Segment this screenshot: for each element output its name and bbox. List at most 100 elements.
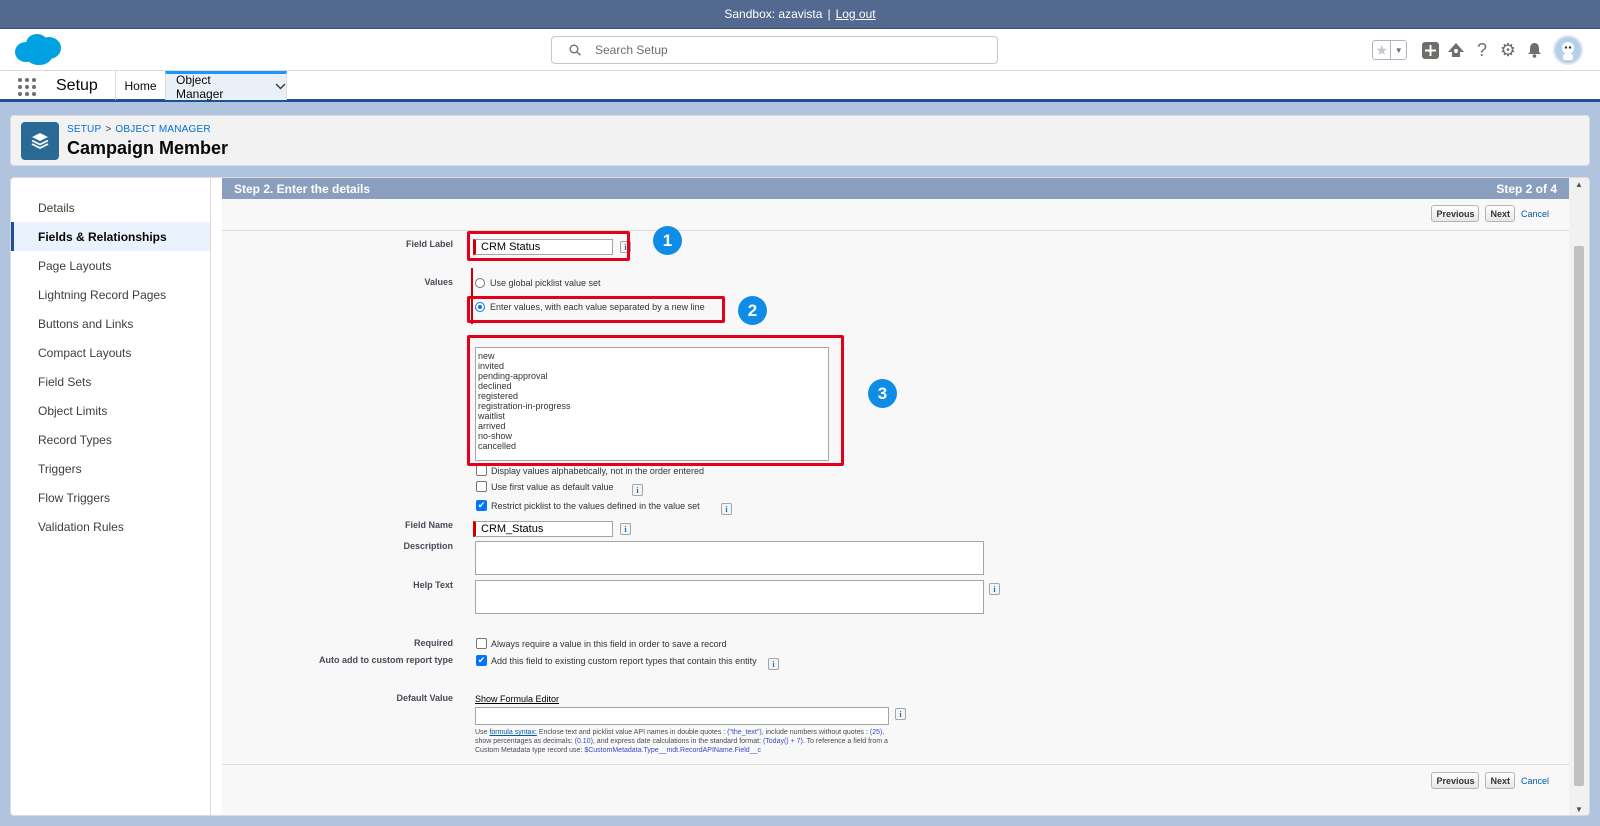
next-button[interactable]: Next (1485, 772, 1515, 789)
search-input[interactable] (595, 43, 975, 57)
cancel-link[interactable]: Cancel (1521, 776, 1549, 786)
list-item: invited (478, 361, 505, 371)
checkbox-restrict[interactable]: ✔ Restrict picklist to the values define… (476, 500, 700, 511)
radio-global-picklist[interactable]: Use global picklist value set (475, 278, 601, 288)
radio-button[interactable] (475, 302, 485, 312)
chevron-down-icon[interactable] (275, 82, 286, 93)
sidebar-item-validation-rules[interactable]: Validation Rules (11, 512, 210, 541)
checkbox-auto-add-label: Add this field to existing custom report… (491, 655, 757, 666)
field-name-label: Field Name (404, 520, 453, 530)
scroll-up-icon[interactable]: ▲ (1574, 180, 1584, 190)
info-icon[interactable]: i (620, 241, 631, 253)
checkbox[interactable]: ✔ (476, 500, 487, 511)
tab-home[interactable]: Home (115, 71, 165, 100)
default-value-label: Default Value (396, 693, 453, 703)
sidebar-item-record-types[interactable]: Record Types (11, 425, 210, 454)
hint-text: , and express date calculations in the s… (592, 738, 763, 745)
scrollbar[interactable]: ▲ ▼ (1569, 178, 1589, 815)
salesforce-cloud-icon[interactable] (12, 33, 62, 67)
show-formula-editor-link[interactable]: Show Formula Editor (475, 694, 559, 704)
sidebar-item-triggers[interactable]: Triggers (11, 454, 210, 483)
logout-link[interactable]: Log out (836, 7, 876, 21)
list-item: new (478, 351, 495, 361)
info-icon[interactable]: i (895, 708, 906, 720)
field-name-input[interactable] (473, 521, 613, 537)
list-item: waitlist (478, 411, 506, 421)
default-value-textarea[interactable] (475, 707, 889, 725)
hint-code: (0.10) (574, 738, 593, 745)
next-button[interactable]: Next (1485, 205, 1515, 222)
sidebar-item-field-sets[interactable]: Field Sets (11, 367, 210, 396)
chevron-down-icon[interactable]: ▼ (1391, 41, 1406, 59)
app-nav: Setup Home Object Manager (0, 71, 1600, 102)
hint-code: (Today() + 7) (762, 738, 803, 745)
field-wizard-form: Step 2. Enter the details Step 2 of 4 Pr… (222, 178, 1569, 815)
hint-text: , include numbers without quotes : (761, 729, 870, 736)
help-text-label: Help Text (413, 580, 453, 590)
hint-text: Use (475, 729, 490, 736)
auto-add-label: Auto add to custom report type (318, 655, 453, 665)
checkbox[interactable] (476, 638, 487, 649)
checkbox-auto-add[interactable]: ✔ Add this field to existing custom repo… (476, 655, 757, 666)
gear-icon[interactable]: ⚙ (1495, 37, 1521, 63)
favorites-group[interactable]: ★ ▼ (1372, 40, 1407, 60)
radio-enter-values[interactable]: Enter values, with each value separated … (475, 302, 705, 312)
content-area: Details Fields & Relationships Page Layo… (10, 177, 1590, 816)
breadcrumb-setup[interactable]: SETUP (67, 124, 101, 135)
info-icon[interactable]: i (632, 484, 643, 496)
previous-button[interactable]: Previous (1431, 205, 1480, 222)
step-bar: Step 2. Enter the details Step 2 of 4 (222, 178, 1569, 199)
checkbox-required[interactable]: Always require a value in this field in … (476, 638, 727, 649)
sidebar-item-buttons-links[interactable]: Buttons and Links (11, 309, 210, 338)
divider (222, 764, 1569, 765)
annotation-badge-1: 1 (653, 226, 682, 255)
checkbox-first-default[interactable]: Use first value as default value (476, 481, 614, 492)
description-textarea[interactable] (475, 541, 984, 575)
checkbox[interactable] (476, 481, 487, 492)
field-label-input[interactable] (473, 239, 613, 255)
list-item: no-show (478, 431, 513, 441)
sidebar-item-compact-layouts[interactable]: Compact Layouts (11, 338, 210, 367)
sidebar-item-page-layouts[interactable]: Page Layouts (11, 251, 210, 280)
info-icon[interactable]: i (620, 523, 631, 535)
sidebar-item-lightning-record-pages[interactable]: Lightning Record Pages (11, 280, 210, 309)
help-icon[interactable]: ? (1469, 37, 1495, 63)
description-label: Description (403, 541, 453, 551)
sidebar-item-details[interactable]: Details (11, 193, 210, 222)
required-label: Required (413, 638, 453, 648)
sidebar-item-fields-relationships[interactable]: Fields & Relationships (11, 222, 210, 251)
scroll-thumb[interactable] (1574, 246, 1584, 786)
search-box[interactable] (551, 36, 998, 64)
tab-object-manager[interactable]: Object Manager (165, 71, 287, 101)
app-launcher-icon[interactable] (18, 78, 38, 96)
list-item: cancelled (478, 441, 517, 451)
sidebar-item-flow-triggers[interactable]: Flow Triggers (11, 483, 210, 512)
avatar[interactable] (1553, 35, 1583, 65)
info-icon[interactable]: i (989, 583, 1000, 595)
help-text-textarea[interactable] (475, 580, 984, 614)
page-header: SETUP > OBJECT MANAGER Campaign Member (10, 115, 1590, 166)
info-icon[interactable]: i (721, 503, 732, 515)
breadcrumb-object-manager[interactable]: OBJECT MANAGER (115, 124, 210, 135)
sidebar-item-object-limits[interactable]: Object Limits (11, 396, 210, 425)
annotation-badge-3: 3 (868, 379, 897, 408)
scroll-down-icon[interactable]: ▼ (1574, 805, 1584, 815)
info-icon[interactable]: i (768, 658, 779, 670)
formula-syntax-link[interactable]: formula syntax: (489, 729, 536, 736)
hint-code: $CustomMetadata.Type__mdt.RecordAPIName.… (584, 747, 761, 754)
add-icon[interactable] (1417, 37, 1443, 63)
checkbox-alphabetical[interactable]: Display values alphabetically, not in th… (476, 465, 704, 476)
header-icons: ★ ▼ ? ⚙ (1372, 35, 1583, 65)
bell-icon[interactable] (1521, 37, 1547, 63)
trailhead-icon[interactable] (1443, 37, 1469, 63)
checkbox[interactable]: ✔ (476, 655, 487, 666)
cancel-link[interactable]: Cancel (1521, 209, 1549, 219)
picklist-values-textarea[interactable]: new invited pending-approval declined re… (475, 347, 829, 461)
previous-button[interactable]: Previous (1431, 772, 1480, 789)
radio-enter-values-label: Enter values, with each value separated … (490, 302, 705, 312)
hint-text: Enclose text and picklist value API name… (536, 729, 728, 736)
checkbox[interactable] (476, 465, 487, 476)
star-icon[interactable]: ★ (1373, 41, 1392, 59)
radio-button[interactable] (475, 278, 485, 288)
search-icon (569, 44, 581, 56)
